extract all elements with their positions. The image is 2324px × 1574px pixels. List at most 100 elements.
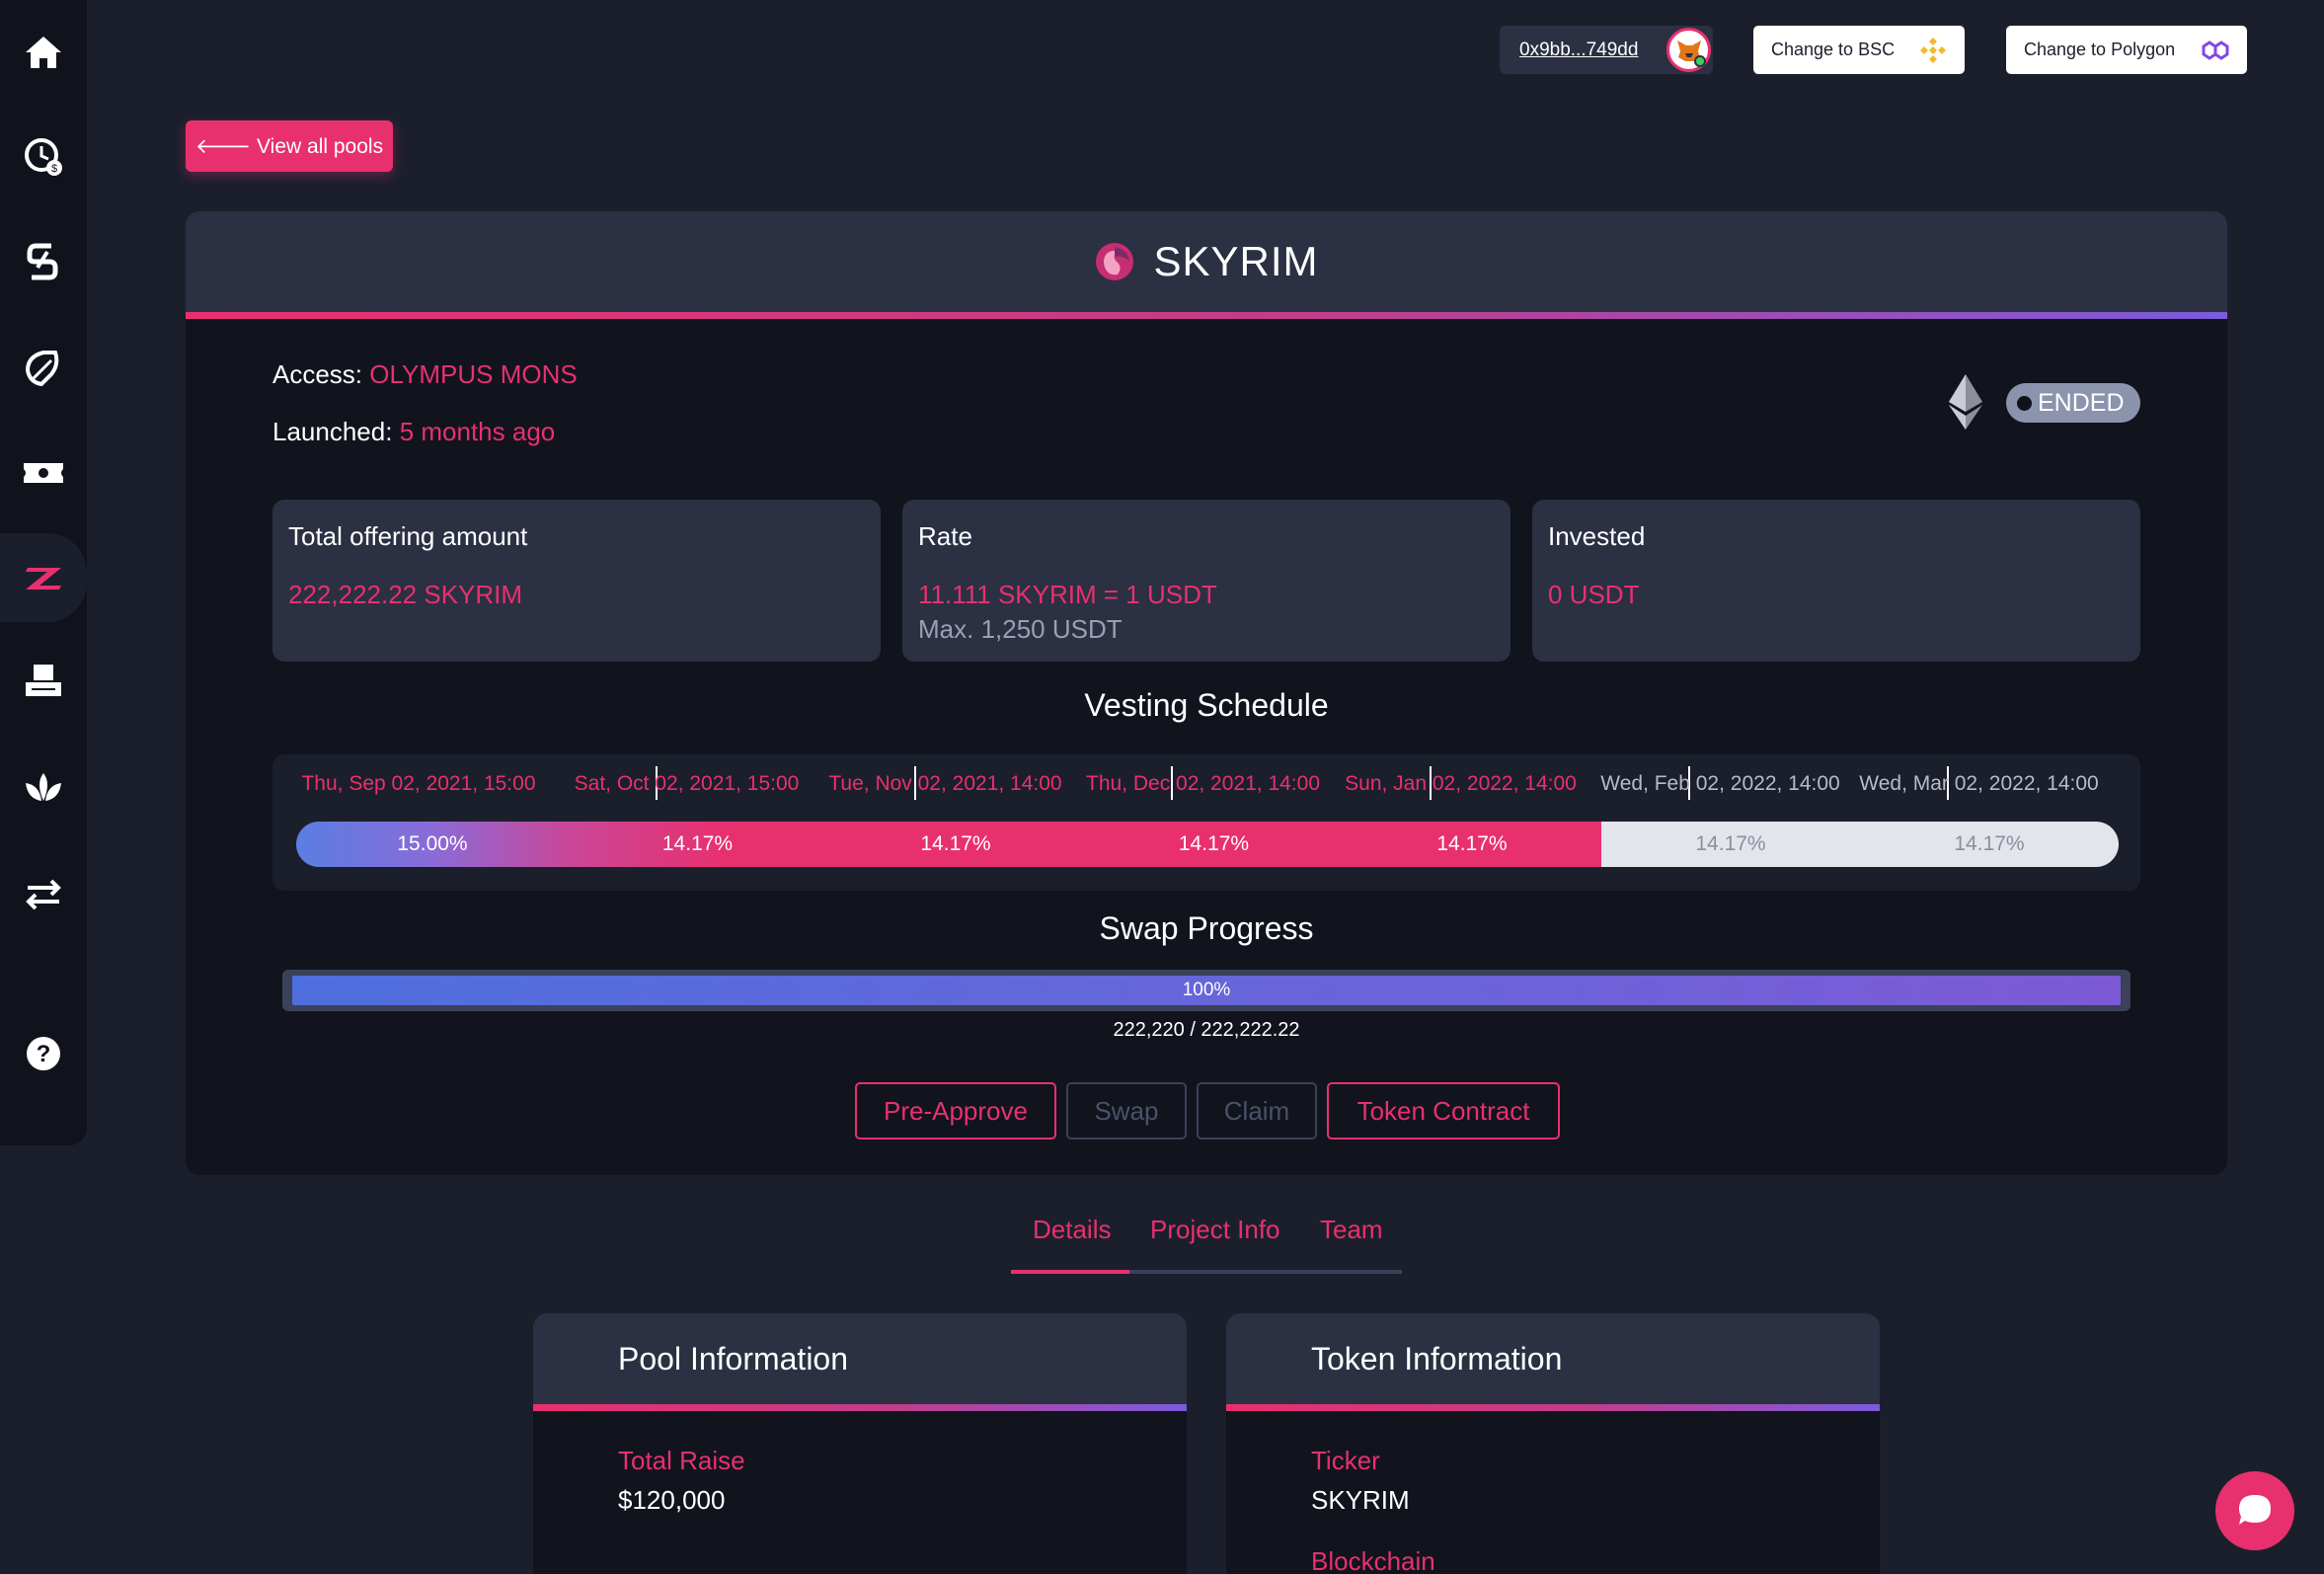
swap-progress-bar: 100% — [282, 970, 2130, 1011]
sidebar-item-launchpad[interactable] — [0, 533, 87, 622]
change-to-bsc-button[interactable]: Change to BSC — [1753, 26, 1965, 74]
change-to-polygon-button[interactable]: Change to Polygon — [2006, 26, 2247, 74]
ticker-label: Ticker — [1311, 1446, 1380, 1475]
access-row: Access: OLYMPUS MONS — [272, 359, 578, 390]
total-offering-title: Total offering amount — [288, 521, 528, 551]
status-badge: ENDED — [2006, 383, 2140, 423]
pool-tabs: Details Project Info Team — [1011, 1211, 1402, 1274]
access-value: OLYMPUS MONS — [369, 359, 578, 389]
metamask-icon — [1666, 28, 1711, 72]
leaf-icon — [25, 351, 59, 387]
header-gradient-divider — [1226, 1404, 1880, 1411]
vesting-segment: 14.17% — [826, 822, 1085, 867]
vesting-segment: 14.17% — [569, 822, 826, 867]
vesting-date: Sat, Oct 02, 2021, 15:00 — [574, 772, 800, 795]
rate-card: Rate 11.111 SKYRIM = 1 USDT Max. 1,250 U… — [902, 500, 1511, 662]
swap-s-icon — [27, 243, 58, 280]
token-information-card: Token Information Ticker SKYRIM Blockcha… — [1226, 1313, 1880, 1574]
total-offering-card: Total offering amount 222,222.22 SKYRIM — [272, 500, 881, 662]
invested-value: 0 USDT — [1548, 580, 1640, 609]
sidebar-item-lotus[interactable] — [0, 745, 87, 833]
token-information-title: Token Information — [1311, 1340, 1563, 1377]
help-icon: ? — [27, 1037, 60, 1070]
status-dot-icon — [2017, 396, 2032, 411]
token-information-header: Token Information — [1226, 1313, 1880, 1411]
rate-title: Rate — [918, 521, 972, 551]
vesting-segment: 14.17% — [1343, 822, 1601, 867]
sidebar-item-help[interactable]: ? — [0, 1009, 87, 1098]
launched-row: Launched: 5 months ago — [272, 417, 555, 447]
tab-project-info[interactable]: Project Info — [1150, 1215, 1280, 1245]
sidebar-item-farms[interactable] — [0, 324, 87, 413]
vesting-date: Thu, Dec 02, 2021, 14:00 — [1086, 772, 1320, 795]
wallet-button[interactable]: 0x9bb...749dd — [1500, 26, 1713, 74]
total-offering-value: 222,222.22 SKYRIM — [288, 580, 523, 609]
bnb-icon — [1920, 38, 1946, 63]
pool-information-card: Pool Information Total Raise $120,000 — [533, 1313, 1187, 1574]
rate-max: Max. 1,250 USDT — [918, 614, 1123, 644]
launched-label: Launched: — [272, 417, 393, 446]
sidebar-item-transfer[interactable] — [0, 849, 87, 938]
change-to-polygon-label: Change to Polygon — [2024, 39, 2176, 59]
vesting-date: Wed, Feb 02, 2022, 14:00 — [1600, 772, 1840, 795]
pool-information-header: Pool Information — [533, 1313, 1187, 1411]
pool-header: SKYRIM — [186, 211, 2227, 319]
vesting-date: Sun, Jan 02, 2022, 14:00 — [1345, 772, 1577, 795]
polygon-icon — [2202, 40, 2229, 60]
pool-card: SKYRIM Access: OLYMPUS MONS Launched: 5 … — [186, 211, 2227, 1175]
sidebar: $ ? — [0, 0, 87, 1145]
rate-value: 11.111 SKYRIM = 1 USDT — [918, 580, 1217, 609]
total-raise-label: Total Raise — [618, 1446, 745, 1475]
ethereum-icon — [1949, 374, 1982, 430]
launched-value: 5 months ago — [399, 417, 556, 446]
printer-icon — [26, 665, 61, 696]
skyrim-logo-icon — [1096, 243, 1134, 280]
blockchain-label: Blockchain — [1311, 1546, 1435, 1574]
swap-progress-title: Swap Progress — [1099, 910, 1314, 946]
pool-title: SKYRIM — [1153, 238, 1319, 284]
tab-team[interactable]: Team — [1320, 1215, 1383, 1245]
chat-button[interactable] — [2215, 1471, 2294, 1550]
vesting-date: Wed, Mar 02, 2022, 14:00 — [1859, 772, 2099, 795]
home-icon — [26, 37, 61, 68]
vesting-schedule-title: Vesting Schedule — [1084, 687, 1329, 723]
transfer-icon — [26, 879, 61, 910]
svg-text:?: ? — [37, 1041, 51, 1067]
svg-text:$: $ — [51, 163, 57, 175]
wallet-address[interactable]: 0x9bb...749dd — [1519, 39, 1638, 61]
ticket-icon — [24, 463, 63, 483]
pool-information-title: Pool Information — [618, 1340, 849, 1377]
connected-status-dot — [1694, 55, 1706, 67]
launchpad-z-icon — [26, 568, 61, 590]
pre-approve-button[interactable]: Pre-Approve — [855, 1082, 1056, 1140]
vesting-segment: 15.00% — [296, 822, 569, 867]
total-raise-value: $120,000 — [618, 1485, 726, 1515]
vesting-segment: 14.17% — [1860, 822, 2119, 867]
sidebar-item-tickets[interactable] — [0, 429, 87, 517]
vesting-date: Thu, Sep 02, 2021, 15:00 — [301, 772, 536, 795]
swap-progress-count: 222,220 / 222,222.22 — [1113, 1019, 1300, 1041]
sidebar-item-home[interactable] — [0, 8, 87, 97]
swap-button[interactable]: Swap — [1066, 1082, 1187, 1140]
sidebar-item-print[interactable] — [0, 638, 87, 727]
staking-clock-icon: $ — [25, 138, 62, 176]
invested-title: Invested — [1548, 521, 1646, 551]
tab-details[interactable]: Details — [1033, 1215, 1111, 1245]
sidebar-item-swap[interactable] — [0, 217, 87, 306]
vesting-segment: 14.17% — [1601, 822, 1860, 867]
chat-bubble-icon — [2239, 1495, 2271, 1525]
sidebar-item-staking[interactable]: $ — [0, 113, 87, 201]
status-label: ENDED — [2038, 388, 2125, 417]
claim-button[interactable]: Claim — [1197, 1082, 1317, 1140]
token-contract-button[interactable]: Token Contract — [1327, 1082, 1560, 1140]
ticker-value: SKYRIM — [1311, 1485, 1410, 1515]
change-to-bsc-label: Change to BSC — [1771, 39, 1896, 59]
vesting-segment: 14.17% — [1085, 822, 1343, 867]
access-label: Access: — [272, 359, 363, 389]
swap-progress-fill: 100% — [292, 976, 2121, 1005]
vesting-progress-bar: 15.00% 14.17% 14.17% 14.17% 14.17% 14.17… — [296, 822, 2119, 867]
header-gradient-divider — [533, 1404, 1187, 1411]
view-all-pools-button[interactable]: 🡐 View all pools — [186, 120, 393, 172]
tab-active-indicator — [1011, 1270, 1129, 1274]
header-gradient-divider — [186, 312, 2227, 319]
